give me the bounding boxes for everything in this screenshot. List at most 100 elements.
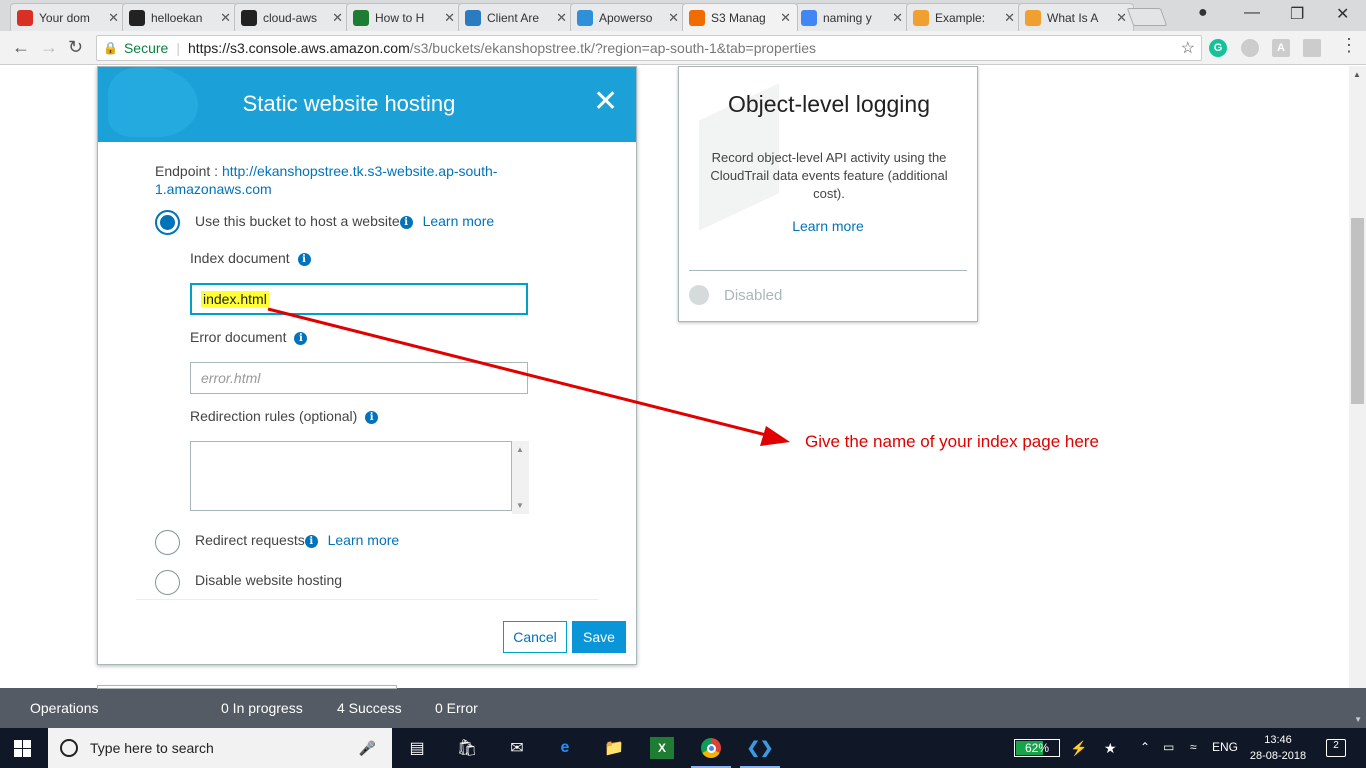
vscode-icon[interactable]: ❮❯ <box>740 737 780 768</box>
browser-tab[interactable]: Client Are ✕ <box>458 3 574 31</box>
scroll-down-icon[interactable]: ▼ <box>1354 715 1362 724</box>
edge-icon[interactable]: e <box>553 737 577 759</box>
index-document-label-row: Index document i <box>190 250 311 266</box>
learn-more-link[interactable]: Learn more <box>679 218 977 234</box>
wifi-icon[interactable]: ≈ <box>1190 740 1197 754</box>
index-document-input[interactable]: index.html <box>190 283 528 315</box>
tab-close-icon[interactable]: ✕ <box>220 10 231 26</box>
chrome-menu-icon[interactable]: ⋮ <box>1340 35 1358 56</box>
scroll-up-icon[interactable]: ▲ <box>516 445 524 454</box>
tab-close-icon[interactable]: ✕ <box>668 10 679 26</box>
extension-camera-icon[interactable] <box>1303 39 1321 57</box>
reload-icon[interactable]: ↻ <box>68 37 83 58</box>
info-icon[interactable]: i <box>304 535 318 548</box>
extension-circle-icon[interactable] <box>1241 39 1259 57</box>
minimize-icon[interactable]: — <box>1244 4 1260 22</box>
endpoint-url[interactable]: http://ekanshopstree.tk.s3-website.ap-so… <box>222 163 497 179</box>
back-icon[interactable]: ← <box>12 37 30 58</box>
tab-close-icon[interactable]: ✕ <box>444 10 455 26</box>
error-document-label-row: Error document i <box>190 329 308 345</box>
browser-tab[interactable]: cloud-aws ✕ <box>234 3 350 31</box>
window-close-icon[interactable]: ✕ <box>1336 4 1349 24</box>
lock-icon: 🔒 <box>103 41 118 55</box>
page-scrollbar[interactable]: ▲ <box>1349 66 1366 688</box>
tab-close-icon[interactable]: ✕ <box>1004 10 1015 26</box>
scroll-down-icon[interactable]: ▼ <box>516 501 524 510</box>
excel-icon[interactable]: X <box>650 737 674 759</box>
learn-more-link[interactable]: Learn more <box>328 532 400 548</box>
card-title: Object-level logging <box>727 91 930 117</box>
file-explorer-icon[interactable]: 📁 <box>602 737 626 759</box>
close-icon[interactable]: ✕ <box>593 87 618 117</box>
info-icon[interactable]: i <box>297 253 311 266</box>
task-view-icon[interactable]: ▤ <box>405 737 429 759</box>
browser-tab[interactable]: What Is A ✕ <box>1018 3 1134 31</box>
tab-close-icon[interactable]: ✕ <box>108 10 119 26</box>
tab-close-icon[interactable]: ✕ <box>780 10 791 26</box>
tray-chevron-icon[interactable]: ⌃ <box>1140 740 1150 754</box>
save-button[interactable]: Save <box>572 621 626 653</box>
info-icon[interactable]: i <box>365 411 379 424</box>
tab-close-icon[interactable]: ✕ <box>892 10 903 26</box>
redirect-requests-radio[interactable] <box>155 530 180 555</box>
browser-tab[interactable]: helloekan ✕ <box>122 3 238 31</box>
language-indicator[interactable]: ENG <box>1212 740 1238 754</box>
tab-close-icon[interactable]: ✕ <box>556 10 567 26</box>
info-icon[interactable]: i <box>399 216 413 229</box>
notification-center-icon[interactable]: 2 <box>1326 739 1346 757</box>
restore-icon[interactable]: ❐ <box>1290 4 1304 24</box>
browser-tab[interactable]: Apowerso ✕ <box>570 3 686 31</box>
host-website-radio[interactable] <box>155 210 180 235</box>
taskbar-search-box[interactable]: Type here to search 🎤 <box>48 728 392 768</box>
bookmark-star-icon[interactable]: ☆ <box>1181 38 1195 58</box>
disable-hosting-radio[interactable] <box>155 570 180 595</box>
error-count[interactable]: 0 Error <box>435 700 478 716</box>
people-icon[interactable]: ★ <box>1104 740 1117 757</box>
status-indicator-icon <box>689 285 709 305</box>
browser-tab[interactable]: Example: ✕ <box>906 3 1022 31</box>
windows-start-icon[interactable] <box>14 740 31 757</box>
object-level-logging-card[interactable]: Object-level logging Record object-level… <box>678 66 978 322</box>
url-input[interactable]: 🔒 Secure | https://s3.console.aws.amazon… <box>96 35 1202 61</box>
browser-tab[interactable]: naming y ✕ <box>794 3 910 31</box>
browser-tab[interactable]: S3 Manag ✕ <box>682 3 798 31</box>
system-clock[interactable]: 13:46 28-08-2018 <box>1248 732 1308 764</box>
new-tab-button[interactable] <box>1126 8 1168 26</box>
browser-tab-strip: Your dom ✕ helloekan ✕ cloud-aws ✕ How to H ✕ Cl… <box>0 0 1366 31</box>
profile-icon[interactable]: ● <box>1198 4 1208 22</box>
network-icon[interactable]: ▭ <box>1163 740 1174 754</box>
aws-s3-icon <box>689 9 705 26</box>
endpoint-label: Endpoint : <box>155 163 219 179</box>
operations-label[interactable]: Operations <box>30 700 98 716</box>
grammarly-extension-icon[interactable]: G <box>1209 39 1227 57</box>
aws-docs-icon <box>1025 9 1041 26</box>
textarea-scrollbar[interactable]: ▲ ▼ <box>512 441 529 514</box>
forward-icon[interactable]: → <box>40 37 58 58</box>
mail-icon[interactable]: ✉ <box>505 737 529 759</box>
redirection-rules-textarea[interactable] <box>190 441 512 511</box>
store-icon[interactable]: 🛍 <box>455 737 479 759</box>
battery-icon[interactable]: 62% <box>1014 739 1060 757</box>
info-icon[interactable]: i <box>294 332 308 345</box>
chrome-icon[interactable] <box>691 737 731 768</box>
tab-title: What Is A <box>1047 10 1099 25</box>
extension-a-icon[interactable]: A <box>1272 39 1290 57</box>
status-label: Disabled <box>724 287 783 304</box>
browser-tab[interactable]: How to H ✕ <box>346 3 462 31</box>
tab-title: S3 Manag <box>711 10 766 25</box>
tab-title: naming y <box>823 10 872 25</box>
microphone-icon[interactable]: 🎤 <box>359 740 376 757</box>
learn-more-link[interactable]: Learn more <box>423 213 495 229</box>
in-progress-count[interactable]: 0 In progress <box>221 700 303 716</box>
browser-tab[interactable]: Your dom ✕ <box>10 3 126 31</box>
tab-title: Example: <box>935 10 986 25</box>
scrollbar-thumb[interactable] <box>1351 218 1364 404</box>
success-count[interactable]: 4 Success <box>337 700 402 716</box>
endpoint-url-continued[interactable]: 1.amazonaws.com <box>155 181 272 197</box>
cancel-button[interactable]: Cancel <box>503 621 567 653</box>
tab-close-icon[interactable]: ✕ <box>1116 10 1127 26</box>
tab-close-icon[interactable]: ✕ <box>332 10 343 26</box>
error-document-input[interactable]: error.html <box>190 362 528 394</box>
apowersoft-icon <box>577 9 593 26</box>
scroll-up-icon[interactable]: ▲ <box>1353 70 1361 79</box>
